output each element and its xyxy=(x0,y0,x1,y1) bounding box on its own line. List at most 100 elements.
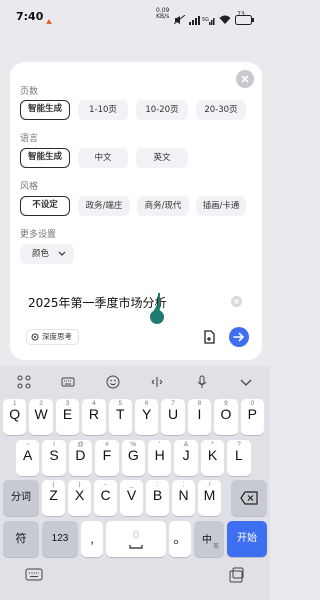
key-m-label: M xyxy=(203,487,216,503)
clear-input-button[interactable] xyxy=(231,296,242,307)
net-speed: 0.09 KB/s xyxy=(156,8,169,20)
battery-icon: 73 xyxy=(235,10,255,25)
symbol-key[interactable]: 符 xyxy=(3,521,39,557)
deep-think-label: 深度思考 xyxy=(42,332,72,341)
key-i[interactable]: 8I xyxy=(187,399,212,435)
language-option-english[interactable]: 英文 xyxy=(136,148,188,168)
color-dropdown-label: 颜色 xyxy=(32,249,50,259)
net-speed-unit: KB/s xyxy=(156,13,170,20)
pages-option-smart[interactable]: 智能生成 xyxy=(20,100,70,120)
key-m[interactable]: / M xyxy=(198,480,221,516)
key-c[interactable]: -C xyxy=(94,480,117,516)
deep-think-toggle[interactable]: 深度思考 xyxy=(26,329,79,345)
key-o-label: O xyxy=(220,406,232,422)
key-s-label: S xyxy=(49,447,59,463)
color-dropdown[interactable]: 颜色 xyxy=(20,244,74,264)
key-z[interactable]: (Z xyxy=(42,480,65,516)
key-u-label: U xyxy=(168,406,179,422)
key-h[interactable]: ' H xyxy=(148,440,172,476)
key-x-label: X xyxy=(74,487,85,503)
period-key[interactable]: 。 xyxy=(169,521,191,557)
signal-hd-icon xyxy=(188,10,200,25)
segment-key[interactable]: 分词 xyxy=(3,480,39,516)
cursor-move-icon[interactable] xyxy=(150,374,164,388)
backspace-key[interactable] xyxy=(231,480,267,516)
key-n-label: N xyxy=(178,487,189,503)
style-option-government[interactable]: 政务/端庄 xyxy=(78,196,130,216)
selection-handle[interactable] xyxy=(150,305,164,324)
language-switch-key[interactable]: 中 英 xyxy=(194,521,224,557)
arrow-right-icon xyxy=(233,332,245,342)
key-r[interactable]: 4R xyxy=(82,399,106,435)
key-w[interactable]: 2W xyxy=(29,399,53,435)
key-a[interactable]: ~ A xyxy=(16,440,40,476)
screen: 7:40 0.09 KB/s 5G 73 页数 智能生成 1-10页 10-20… xyxy=(0,0,270,600)
number-key[interactable]: 123 xyxy=(42,521,78,557)
key-o[interactable]: 9O xyxy=(214,399,238,435)
status-time: 7:40 xyxy=(16,10,44,23)
key-i-label: I xyxy=(197,406,202,422)
key-c-label: C xyxy=(100,487,111,503)
key-q[interactable]: 1Q xyxy=(3,399,27,435)
language-option-smart[interactable]: 智能生成 xyxy=(20,148,70,168)
clear-icon xyxy=(234,299,239,304)
mute-icon xyxy=(173,10,186,25)
key-s[interactable]: ! S xyxy=(42,440,66,476)
file-upload-icon xyxy=(204,330,215,344)
status-bar: 7:40 0.09 KB/s 5G 73 xyxy=(0,0,270,36)
key-p[interactable]: 0P xyxy=(240,399,264,435)
grid-menu-icon[interactable] xyxy=(17,374,31,389)
style-option-illustration[interactable]: 插画/卡通 xyxy=(196,196,246,216)
style-option-business[interactable]: 商务/现代 xyxy=(137,196,189,216)
key-x[interactable]: ) X xyxy=(68,480,91,516)
key-a-label: A xyxy=(23,447,33,463)
key-k[interactable]: * K xyxy=(200,440,225,476)
key-t-label: T xyxy=(116,406,125,422)
chevron-down-icon xyxy=(58,251,66,256)
pages-option-1-10[interactable]: 1-10页 xyxy=(78,100,128,120)
deep-think-icon xyxy=(31,333,39,341)
comma-key[interactable]: , xyxy=(81,521,103,557)
attach-file-button[interactable] xyxy=(200,328,218,346)
key-u[interactable]: 7U xyxy=(161,399,185,435)
key-d[interactable]: @ D xyxy=(68,440,93,476)
key-n[interactable]: ; N xyxy=(172,480,195,516)
key-r-label: R xyxy=(88,406,99,422)
microphone-icon[interactable] xyxy=(195,374,209,388)
key-t[interactable]: 5T xyxy=(108,399,132,435)
style-option-none[interactable]: 不设定 xyxy=(20,196,70,216)
key-b[interactable]: :B xyxy=(146,480,169,516)
space-key[interactable] xyxy=(106,521,166,557)
key-g[interactable]: % G xyxy=(121,440,145,476)
emoji-icon[interactable] xyxy=(106,374,120,389)
keyboard-switch-icon[interactable] xyxy=(25,567,43,583)
backspace-icon xyxy=(240,491,258,505)
close-icon xyxy=(241,75,249,83)
key-j[interactable]: & J xyxy=(174,440,198,476)
pages-label: 页数 xyxy=(20,87,39,97)
collapse-keyboard-icon[interactable] xyxy=(239,374,253,388)
key-y[interactable]: 6Y xyxy=(135,399,159,435)
battery-level: 73 xyxy=(237,11,245,18)
key-f-label: F xyxy=(102,447,112,463)
key-j-label: J xyxy=(182,447,190,463)
keyboard-layout-icon[interactable] xyxy=(61,374,75,388)
key-l[interactable]: ? L xyxy=(227,440,251,476)
clipboard-icon[interactable] xyxy=(227,567,245,583)
pages-option-10-20[interactable]: 10-20页 xyxy=(136,100,188,120)
key-g-label: G xyxy=(127,447,139,463)
key-z-label: Z xyxy=(49,487,58,503)
language-label: 语言 xyxy=(20,134,39,144)
language-option-chinese[interactable]: 中文 xyxy=(78,148,128,168)
key-e-label: E xyxy=(62,406,73,422)
key-v[interactable]: _ V xyxy=(120,480,143,516)
close-button[interactable] xyxy=(236,70,254,88)
wifi-icon xyxy=(219,10,231,24)
enter-start-key[interactable]: 开始 xyxy=(227,521,267,557)
pages-option-20-30[interactable]: 20-30页 xyxy=(196,100,246,120)
send-button[interactable] xyxy=(229,327,249,347)
key-b-label: B xyxy=(152,487,163,503)
prompt-input-text[interactable]: 2025年第一季度市场分析 xyxy=(28,294,167,311)
key-e[interactable]: 3E xyxy=(55,399,80,435)
key-f[interactable]: # F xyxy=(95,440,119,476)
